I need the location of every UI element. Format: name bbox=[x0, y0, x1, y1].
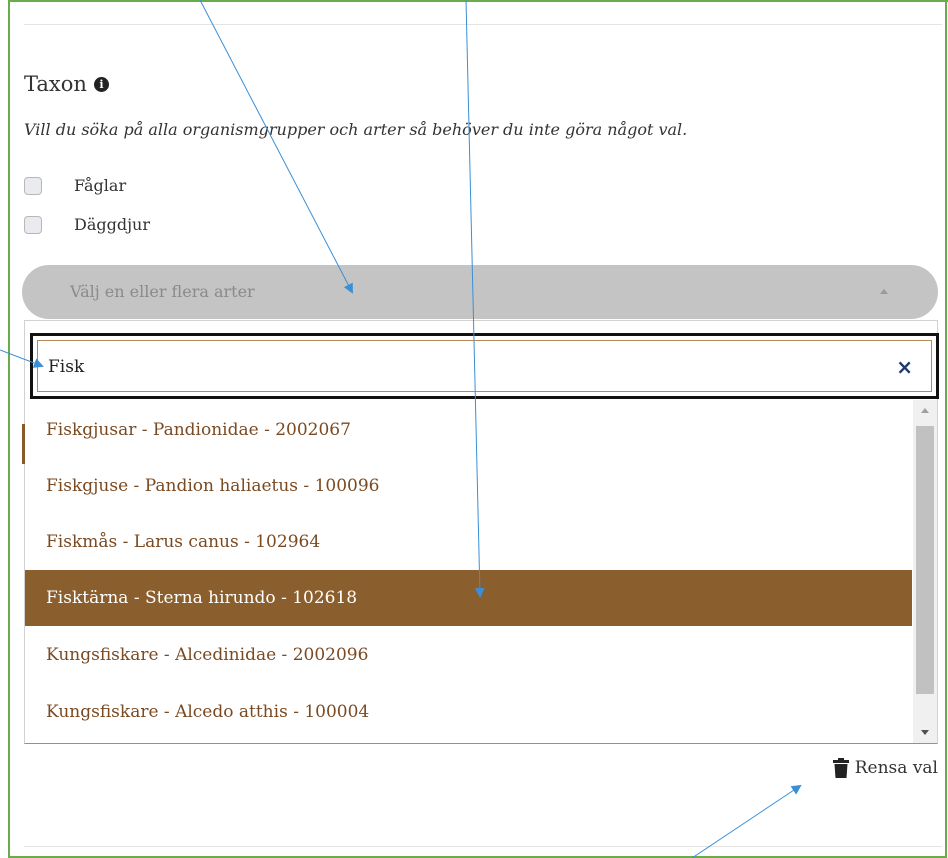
result-item[interactable]: Fiskgjuse - Pandion haliaetus - 100096 bbox=[25, 458, 912, 514]
result-item[interactable]: Fiskgjusar - Pandionidae - 2002067 bbox=[25, 402, 912, 458]
section-title-text: Taxon bbox=[24, 72, 87, 96]
checkbox-label-faglar: Fåglar bbox=[74, 176, 127, 195]
species-search-input[interactable] bbox=[48, 353, 868, 381]
section-hint: Vill du söka på alla organismgrupper och… bbox=[24, 120, 688, 139]
checkbox-daggdjur[interactable] bbox=[24, 215, 42, 234]
result-item[interactable]: Kungsfiskare - Alcedinidae - 2002096 bbox=[25, 627, 912, 683]
checkbox-faglar[interactable] bbox=[24, 176, 42, 195]
info-icon[interactable]: i bbox=[93, 76, 109, 92]
clear-icon[interactable]: × bbox=[896, 355, 913, 379]
section-title: Taxon i bbox=[24, 72, 109, 96]
caret-up-icon bbox=[880, 289, 888, 294]
scroll-up-icon[interactable] bbox=[921, 408, 929, 413]
clear-selection-button[interactable]: Rensa val bbox=[832, 758, 938, 778]
checkbox-row-faglar[interactable]: Fåglar bbox=[24, 176, 126, 195]
result-item[interactable]: Fiskmås - Larus canus - 102964 bbox=[25, 514, 912, 570]
scroll-down-icon[interactable] bbox=[921, 730, 929, 735]
results-scrollbar[interactable] bbox=[913, 400, 937, 743]
result-item[interactable]: Kungsfiskare - Alcedo atthis - 100004 bbox=[25, 684, 912, 740]
species-select[interactable]: Välj en eller flera arter bbox=[22, 265, 938, 319]
species-search-box: × bbox=[30, 333, 939, 399]
divider-bottom bbox=[24, 846, 942, 847]
trash-icon bbox=[832, 758, 849, 778]
clear-selection-label: Rensa val bbox=[854, 758, 938, 778]
panel-right-border bbox=[945, 0, 947, 858]
result-item-highlighted[interactable]: Fisktärna - Sterna hirundo - 102618 bbox=[25, 570, 912, 626]
checkbox-label-daggdjur: Däggdjur bbox=[74, 215, 151, 234]
scroll-thumb[interactable] bbox=[916, 426, 934, 694]
divider-top bbox=[24, 24, 942, 25]
species-search-inner: × bbox=[37, 340, 932, 392]
checkbox-row-daggdjur[interactable]: Däggdjur bbox=[24, 215, 150, 234]
species-select-placeholder: Välj en eller flera arter bbox=[70, 282, 255, 301]
